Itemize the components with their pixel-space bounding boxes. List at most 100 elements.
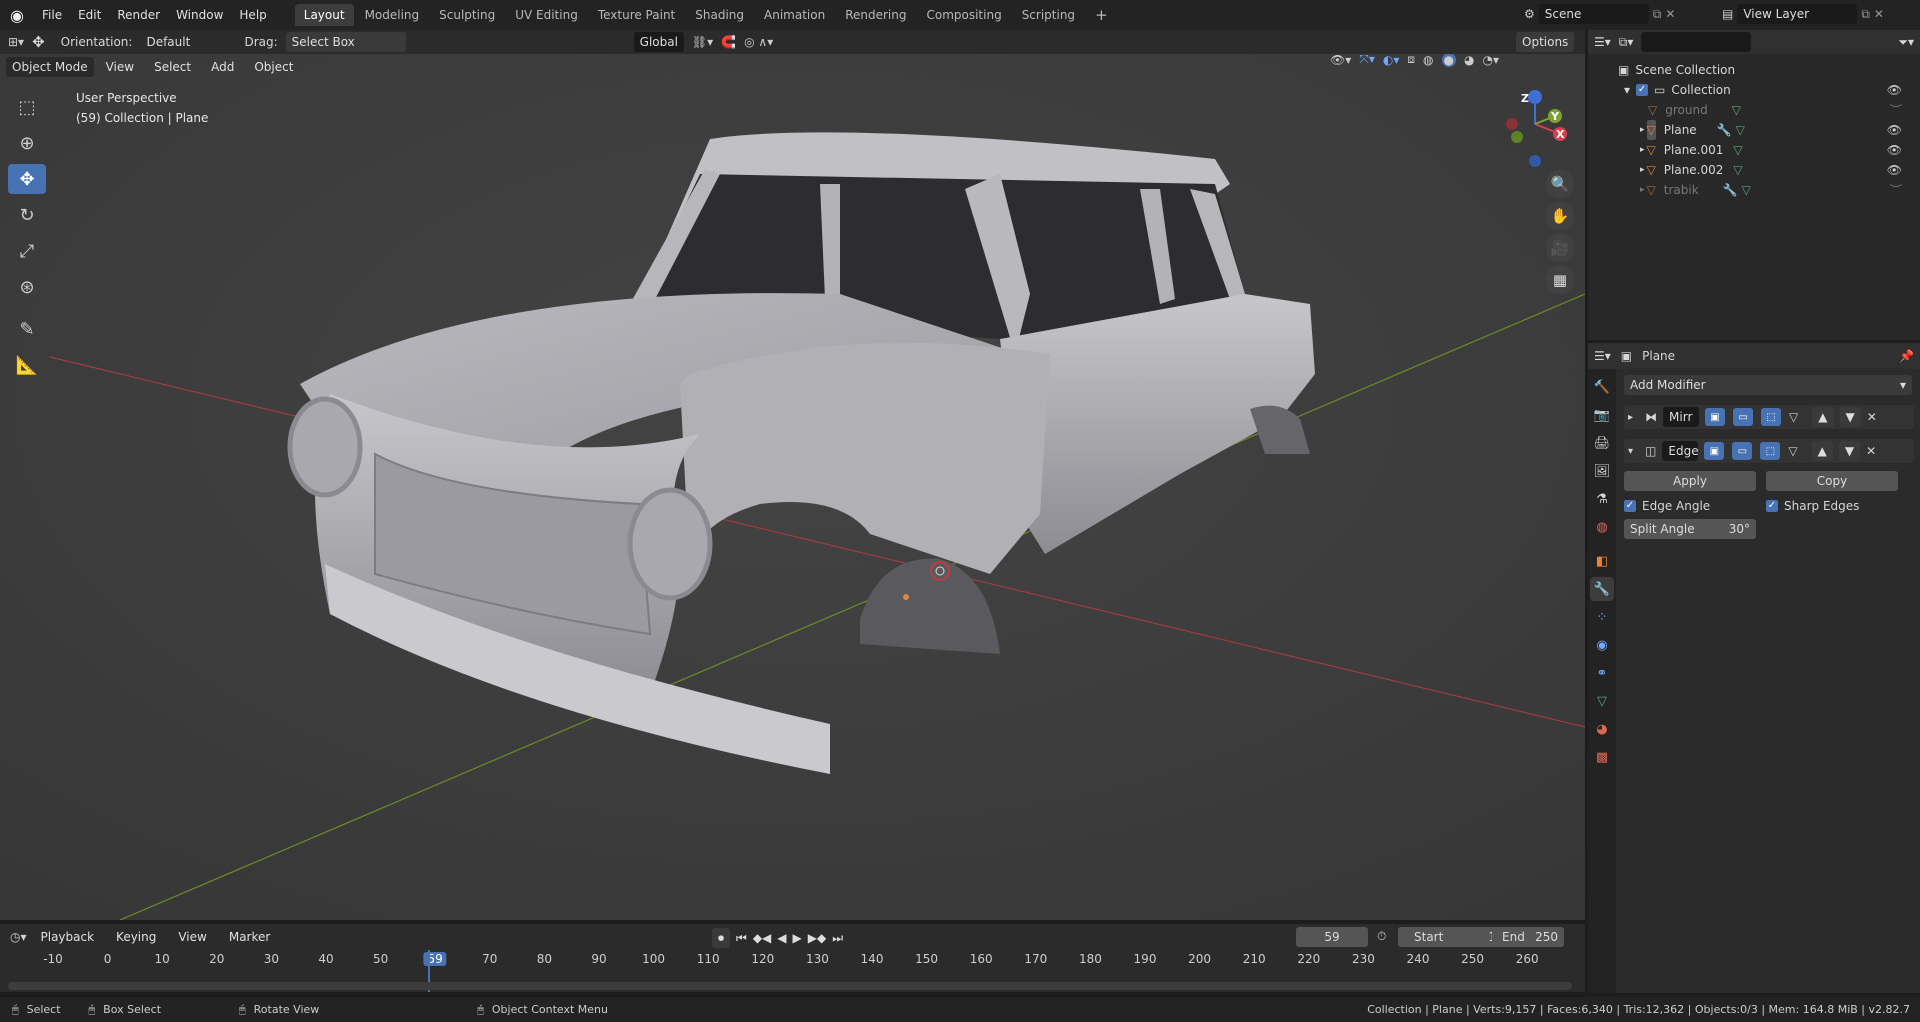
scene-tab-icon[interactable]: ⚗ — [1590, 487, 1614, 511]
tab-compositing[interactable]: Compositing — [917, 4, 1010, 26]
particles-tab-icon[interactable]: ⁘ — [1590, 605, 1614, 629]
pivot-icon[interactable]: ⛓▾ — [692, 35, 713, 49]
camera-icon[interactable]: ▣ — [1704, 442, 1725, 460]
render-tab-icon[interactable]: 📷 — [1590, 403, 1614, 427]
tab-texture-paint[interactable]: Texture Paint — [589, 4, 684, 26]
overlay-toggle-icon[interactable]: ◐▾ — [1383, 54, 1400, 67]
edge-angle-option[interactable]: ✓ Edge Angle — [1624, 499, 1766, 513]
outliner-item-ground[interactable]: ▽ ground ▽ ︶ — [1596, 100, 1912, 120]
split-angle-field[interactable]: Split Angle 30° — [1624, 519, 1756, 539]
display-icon[interactable]: ▭ — [1733, 408, 1754, 426]
filter-icon[interactable]: ⏷▾ — [1898, 35, 1914, 50]
select-box-tool-icon[interactable]: ⬚ — [8, 92, 46, 122]
record-icon[interactable]: ⏺ — [712, 928, 731, 948]
tab-shading[interactable]: Shading — [686, 4, 753, 26]
timeline-menu-marker[interactable]: Marker — [221, 927, 278, 947]
add-workspace-button[interactable]: + — [1086, 4, 1117, 26]
options-button[interactable]: Options — [1516, 32, 1575, 52]
drag-dropdown[interactable]: Select Box — [285, 32, 406, 52]
blender-logo-icon[interactable]: ◉ — [0, 6, 34, 25]
tab-animation[interactable]: Animation — [755, 4, 834, 26]
sharp-edges-option[interactable]: ✓ Sharp Edges — [1766, 499, 1859, 513]
snap-icon[interactable]: 🧲 — [721, 35, 736, 49]
gizmo-neg-z[interactable] — [1529, 155, 1541, 167]
outliner-editor-icon[interactable]: ☰▾ — [1594, 35, 1611, 49]
viewport-menu-object[interactable]: Object — [246, 57, 301, 77]
mesh-data-icon[interactable]: ▽ — [1742, 180, 1751, 200]
outliner-item-plane-001[interactable]: ▸ ▽ Plane.001 ▽ 👁 — [1596, 140, 1912, 160]
tab-sculpting[interactable]: Sculpting — [430, 4, 504, 26]
zoom-icon[interactable]: 🔍 — [1546, 170, 1574, 198]
eye-icon[interactable]: 👁 — [1887, 160, 1902, 180]
collection-checkbox[interactable]: ✓ — [1636, 84, 1649, 96]
gizmo-z-circle[interactable] — [1528, 90, 1542, 104]
measure-tool-icon[interactable]: 📐 — [8, 350, 46, 380]
edge-angle-checkbox[interactable]: ✓ — [1624, 500, 1636, 512]
timeline-editor-icon[interactable]: ◷▾ — [10, 930, 27, 944]
sharp-edges-checkbox[interactable]: ✓ — [1766, 500, 1778, 512]
ortho-grid-icon[interactable]: ▦ — [1546, 266, 1574, 294]
texture-tab-icon[interactable]: ▩ — [1590, 745, 1614, 769]
move-up-icon[interactable]: ▲ — [1811, 441, 1833, 461]
tab-scripting[interactable]: Scripting — [1013, 4, 1084, 26]
timeline-menu-playback[interactable]: Playback — [33, 927, 103, 947]
cage-icon[interactable]: ▽ — [1789, 410, 1798, 424]
collection-row[interactable]: ▾ ✓ ▭ Collection 👁 — [1596, 80, 1912, 100]
transform-tool-icon[interactable]: ⊛ — [8, 272, 46, 302]
collapse-arrow-icon[interactable]: ▾ — [1628, 446, 1633, 457]
expand-arrow-icon[interactable]: ▸ — [1640, 120, 1645, 140]
modifier-edge-split-row[interactable]: ▾ ◫ Edge ▣ ▭ ⬚ ▽ ▲ ▼ ✕ — [1624, 439, 1914, 463]
object-tab-icon[interactable]: ◧ — [1590, 549, 1614, 573]
outliner-item-trabik[interactable]: ▸ ▽ trabik 🔧 ▽ ︶ — [1596, 180, 1912, 200]
viewport-menu-select[interactable]: Select — [146, 57, 199, 77]
stopwatch-icon[interactable]: ⏱ — [1377, 929, 1386, 944]
outliner-item-plane[interactable]: ▸ ▽ Plane 🔧 ▽ 👁 — [1596, 120, 1912, 140]
move-up-icon[interactable]: ▲ — [1812, 407, 1834, 427]
scene-field[interactable]: Scene — [1538, 4, 1649, 24]
eye-hidden-icon[interactable]: ︶ — [1890, 100, 1902, 120]
scale-tool-icon[interactable]: ⤢ — [8, 236, 46, 266]
modifier-name-field[interactable]: Mirr — [1663, 407, 1700, 427]
cage-icon[interactable]: ▽ — [1788, 444, 1797, 458]
output-tab-icon[interactable]: 🖨 — [1590, 431, 1614, 455]
menu-render[interactable]: Render — [109, 0, 168, 30]
mesh-data-icon[interactable]: ▽ — [1733, 140, 1742, 160]
pan-hand-icon[interactable]: ✋ — [1546, 202, 1574, 230]
close-icon[interactable]: ✕ — [1665, 7, 1675, 21]
tab-rendering[interactable]: Rendering — [836, 4, 915, 26]
menu-edit[interactable]: Edit — [70, 0, 109, 30]
view-layer-tab-icon[interactable]: 🖼 — [1590, 459, 1614, 483]
editor-type-icon[interactable]: ⊞▾ — [8, 35, 24, 49]
camera-icon[interactable]: ▣ — [1705, 408, 1726, 426]
annotate-tool-icon[interactable]: ✎ — [8, 314, 46, 344]
start-frame-field[interactable]: Start 1 — [1398, 927, 1502, 947]
material-tab-icon[interactable]: ◕ — [1590, 717, 1614, 741]
timeline-scrollbar[interactable] — [8, 982, 1572, 990]
tab-uv-editing[interactable]: UV Editing — [506, 4, 587, 26]
prev-keyframe-icon[interactable]: ◆◀ — [753, 931, 771, 945]
solid-shading-icon[interactable]: ● — [1441, 54, 1456, 67]
close-icon[interactable]: ✕ — [1874, 7, 1884, 21]
rotate-tool-icon[interactable]: ↻ — [8, 200, 46, 230]
rendered-shading-icon[interactable]: ◔▾ — [1482, 54, 1499, 67]
viewport-menu-view[interactable]: View — [98, 57, 142, 77]
close-icon[interactable]: ✕ — [1867, 410, 1877, 424]
modifier-wrench-icon[interactable]: 🔧 — [1723, 180, 1738, 200]
visibility-icon[interactable]: 👁▾ — [1330, 54, 1351, 67]
gizmo-toggle-icon[interactable]: ⤧▾ — [1359, 54, 1375, 67]
view-layer-field[interactable]: View Layer — [1737, 4, 1858, 24]
expand-arrow-icon[interactable]: ▸ — [1640, 180, 1645, 200]
copy-button[interactable]: Copy — [1766, 471, 1898, 491]
display-mode-icon[interactable]: ⧉▾ — [1619, 35, 1634, 50]
play-reverse-icon[interactable]: ◀ — [777, 931, 786, 945]
mesh-data-icon[interactable]: ▽ — [1736, 120, 1745, 140]
jump-start-icon[interactable]: ⏮ — [736, 931, 747, 946]
wireframe-shading-icon[interactable]: ◍ — [1423, 54, 1433, 67]
orientation-dropdown[interactable]: Default — [140, 32, 237, 52]
expand-arrow-icon[interactable]: ▸ — [1640, 160, 1645, 180]
pin-icon[interactable]: 📌 — [1899, 349, 1914, 363]
play-icon[interactable]: ▶ — [793, 931, 802, 945]
expand-arrow-icon[interactable]: ▸ — [1628, 412, 1633, 423]
physics-tab-icon[interactable]: ◉ — [1590, 633, 1614, 657]
outliner-item-plane-002[interactable]: ▸ ▽ Plane.002 ▽ 👁 — [1596, 160, 1912, 180]
